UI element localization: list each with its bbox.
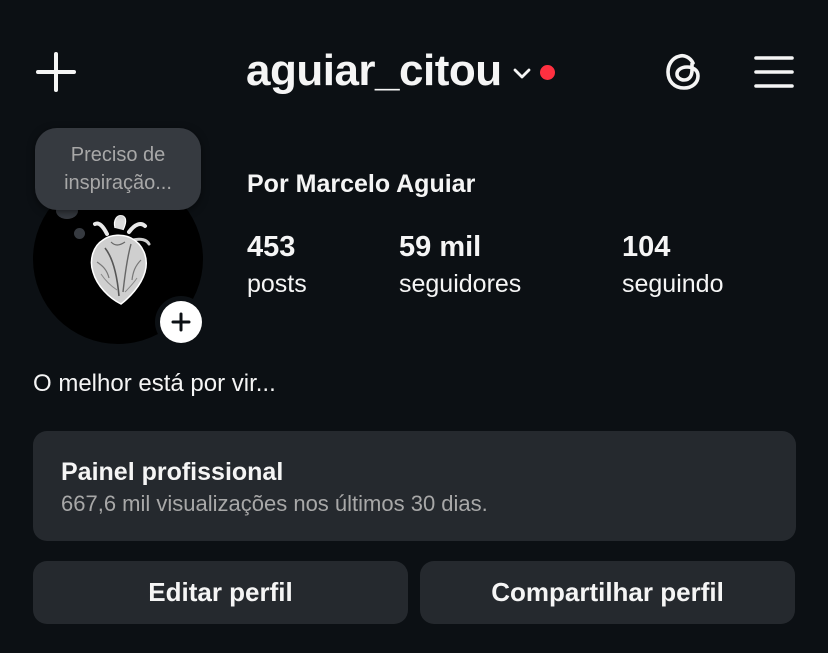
menu-button[interactable] <box>748 46 800 98</box>
account-switcher[interactable]: aguiar_citou <box>246 40 555 102</box>
bio: O melhor está por vir... <box>33 370 276 397</box>
professional-dashboard[interactable]: Painel profissional 667,6 mil visualizaç… <box>33 431 796 541</box>
notification-dot <box>539 64 555 80</box>
stat-value: 59 mil <box>399 231 482 263</box>
plus-icon <box>171 312 191 332</box>
note-bubble[interactable]: Preciso de inspiração... <box>35 128 201 210</box>
hamburger-menu-icon <box>754 56 794 88</box>
stat-label: seguidores <box>399 270 522 298</box>
create-button[interactable] <box>30 46 82 98</box>
share-profile-button[interactable]: Compartilhar perfil <box>420 561 795 624</box>
dashboard-subtitle: 667,6 mil visualizações nos últimos 30 d… <box>61 491 488 516</box>
add-story-badge <box>160 301 202 343</box>
add-story-button[interactable] <box>155 296 207 348</box>
dashboard-title: Painel profissional <box>61 458 284 486</box>
stat-label: seguindo <box>622 270 724 298</box>
stat-posts[interactable]: 453 posts <box>247 228 307 302</box>
display-name: Por Marcelo Aguiar <box>247 170 476 198</box>
username: aguiar_citou <box>246 46 502 95</box>
note-bubble-tail-dot <box>74 228 85 239</box>
stat-value: 104 <box>622 231 671 263</box>
chevron-down-icon <box>513 68 531 79</box>
stat-label: posts <box>247 270 307 298</box>
threads-icon <box>666 53 700 90</box>
note-text: Preciso de inspiração... <box>64 144 172 194</box>
stat-following[interactable]: 104 seguindo <box>622 228 723 302</box>
threads-button[interactable] <box>658 46 710 98</box>
edit-profile-button[interactable]: Editar perfil <box>33 561 408 624</box>
stat-value: 453 <box>247 231 296 263</box>
stat-followers[interactable]: 59 mil seguidores <box>399 228 521 302</box>
plus-icon <box>36 52 76 92</box>
